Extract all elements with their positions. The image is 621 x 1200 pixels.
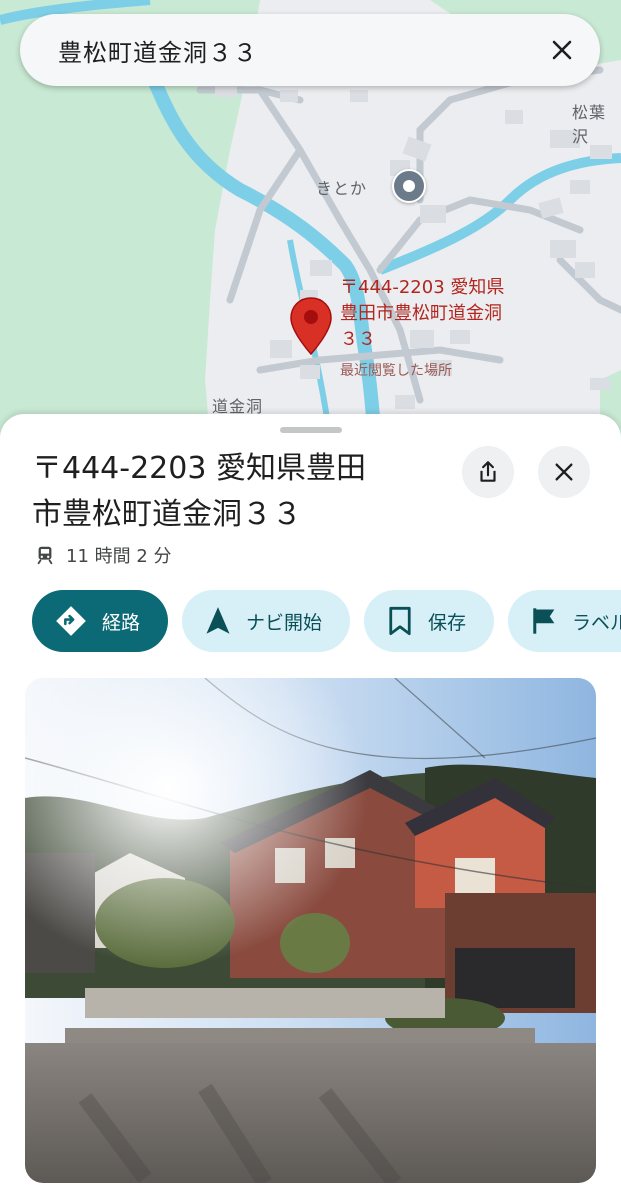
directions-button[interactable]: 経路 xyxy=(32,590,169,652)
share-button[interactable] xyxy=(462,446,514,498)
place-sheet[interactable]: 〒444-2203 愛知県豊田 市豊松町道金洞３３ 11 時間 2 分 経路 ナ… xyxy=(0,414,621,1200)
poi-marker-icon[interactable] xyxy=(392,169,426,203)
map-place-label-line: 〒444-2203 愛知県 xyxy=(340,277,505,298)
map-place-label-line: 豊田市豊松町道金洞 xyxy=(340,303,502,324)
save-button[interactable]: 保存 xyxy=(364,590,495,652)
street-view-image xyxy=(25,678,596,1183)
map-place-label[interactable]: 〒444-2203 愛知県 豊田市豊松町道金洞 ３３ xyxy=(340,275,504,353)
place-title-line: 〒444-2203 愛知県豊田 xyxy=(32,451,366,486)
label-label: ラベル xyxy=(572,611,621,634)
close-sheet-button[interactable] xyxy=(538,446,590,498)
start-navigation-button[interactable]: ナビ開始 xyxy=(182,590,351,652)
share-icon xyxy=(480,461,496,482)
location-pin-icon[interactable] xyxy=(288,296,334,356)
label-button[interactable]: ラベル xyxy=(508,590,621,652)
place-title: 〒444-2203 愛知県豊田 市豊松町道金洞３３ xyxy=(32,446,432,538)
search-bar[interactable]: 豊松町道金洞３３ xyxy=(20,14,600,86)
street-view-photo[interactable] xyxy=(25,678,596,1183)
search-input[interactable]: 豊松町道金洞３３ xyxy=(58,33,546,68)
save-label: 保存 xyxy=(428,611,467,634)
flag-icon xyxy=(533,608,555,634)
place-title-line: 市豊松町道金洞３３ xyxy=(32,497,302,532)
close-icon xyxy=(555,463,573,481)
train-icon xyxy=(37,546,53,565)
transit-time: 11 時間 2 分 xyxy=(34,542,172,568)
sheet-drag-handle[interactable] xyxy=(280,427,342,433)
action-chips: 経路 ナビ開始 保存 ラベル xyxy=(32,590,621,652)
bookmark-icon xyxy=(389,606,411,636)
directions-icon xyxy=(56,606,86,636)
map-label-area: 松葉沢 xyxy=(572,103,607,146)
map-label-poi[interactable]: きとか xyxy=(316,175,367,199)
navigation-arrow-icon xyxy=(206,607,230,634)
close-icon[interactable] xyxy=(546,34,578,66)
start-navigation-label: ナビ開始 xyxy=(246,611,323,634)
transit-time-text: 11 時間 2 分 xyxy=(66,546,172,567)
map-place-label-line: ３３ xyxy=(340,329,376,350)
directions-label: 経路 xyxy=(102,611,141,634)
map-place-sublabel: 最近閲覧した場所 xyxy=(340,363,452,379)
